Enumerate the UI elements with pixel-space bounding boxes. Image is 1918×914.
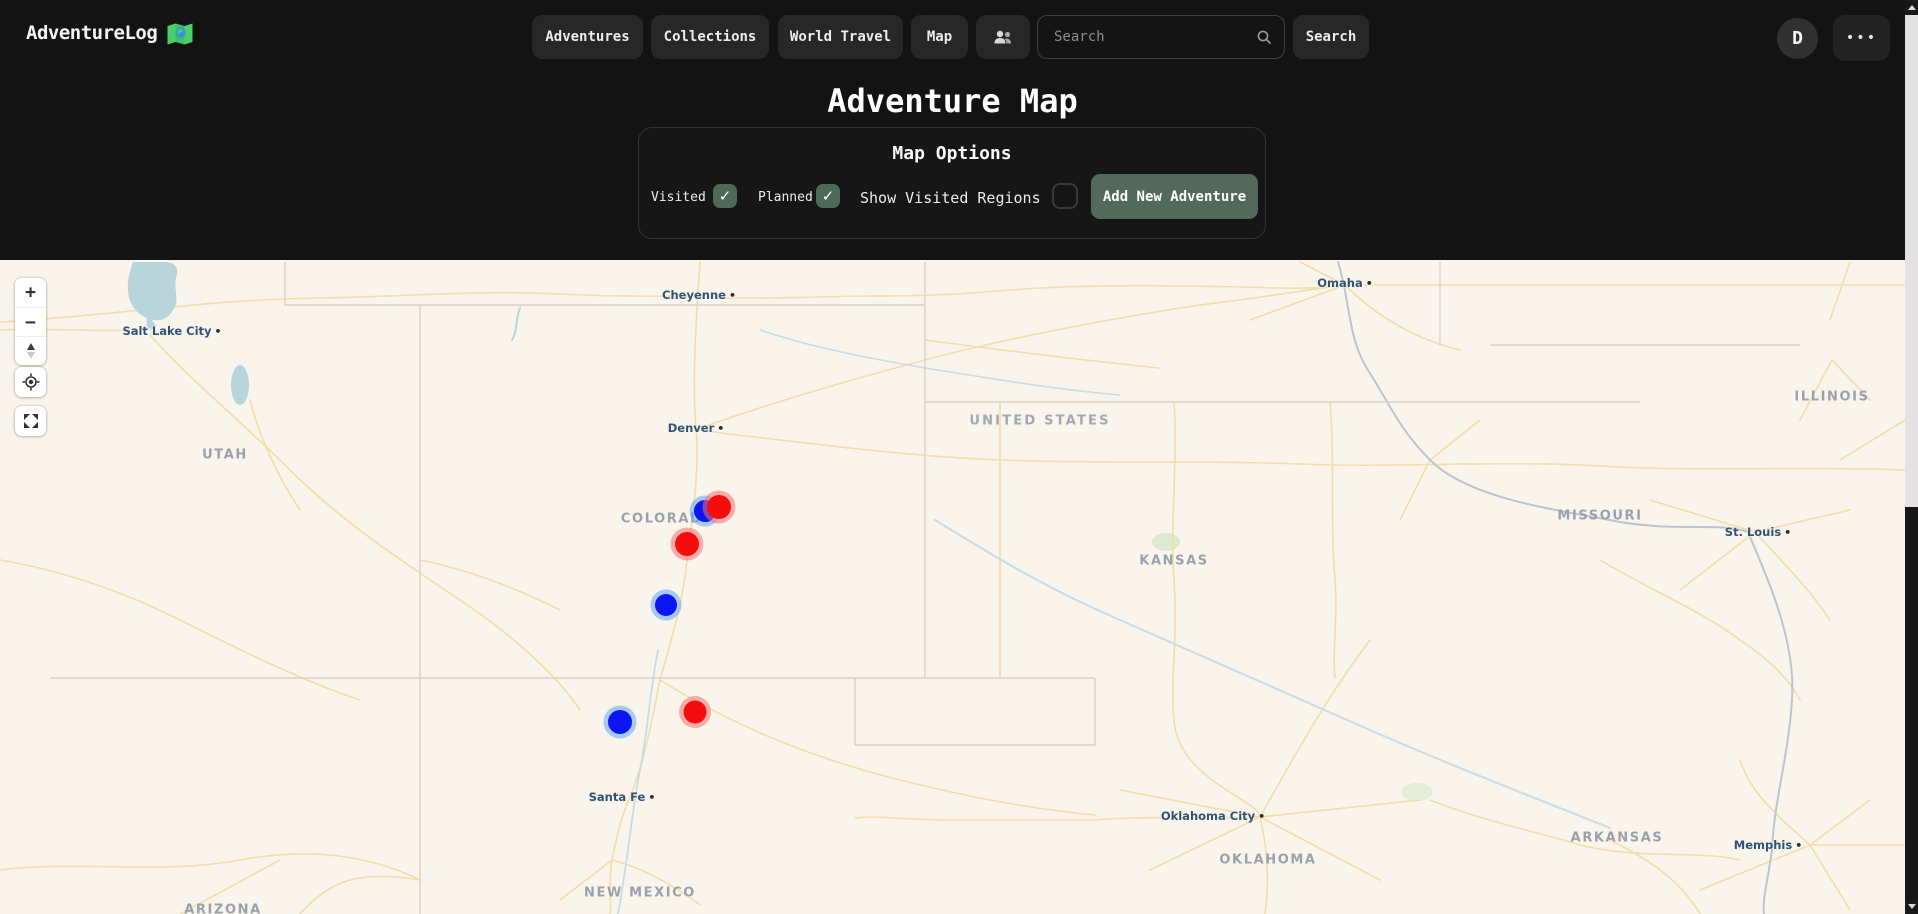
city-label: Omaha• — [1317, 276, 1373, 290]
city-dot: • — [648, 791, 655, 804]
page-title: Adventure Map — [0, 82, 1905, 120]
zoom-in-button[interactable]: + — [15, 278, 46, 307]
geolocate-button[interactable] — [15, 367, 46, 397]
search-icon — [1256, 29, 1272, 45]
region-label: ARIZONA — [184, 903, 262, 914]
checkbox-0[interactable]: ✓ — [713, 184, 737, 208]
users-icon — [992, 28, 1014, 46]
checkbox-label-2[interactable]: Show Visited Regions — [860, 184, 1041, 212]
checkbox-1[interactable]: ✓ — [816, 184, 840, 208]
adventure-marker-red[interactable] — [684, 701, 707, 724]
nav-map-button[interactable]: Map — [911, 15, 968, 59]
avatar[interactable]: D — [1777, 18, 1818, 59]
nav-world-travel-button[interactable]: World Travel — [778, 15, 903, 59]
brand[interactable]: AdventureLog — [26, 21, 193, 45]
search-bar — [1037, 15, 1285, 59]
city-dot: • — [729, 289, 736, 302]
checkbox-label-0[interactable]: Visited — [651, 184, 706, 212]
checkbox-2[interactable] — [1052, 183, 1078, 209]
page-scrollbar — [1905, 0, 1918, 914]
city-label: Santa Fe• — [589, 790, 656, 804]
brand-name: AdventureLog — [26, 22, 157, 44]
ellipsis-icon: ••• — [1846, 30, 1877, 46]
scroll-up-icon — [1908, 5, 1916, 10]
adventure-marker-red[interactable] — [675, 532, 699, 556]
region-label: KANSAS — [1139, 554, 1208, 569]
region-label: MISSOURI — [1557, 509, 1642, 524]
more-menu-button[interactable]: ••• — [1833, 15, 1890, 61]
adventure-marker-blue[interactable] — [655, 594, 677, 616]
region-label: ILLINOIS — [1794, 390, 1869, 405]
search-input[interactable] — [1038, 29, 1256, 45]
zoom-out-icon: − — [25, 312, 36, 333]
scroll-down-icon — [1908, 904, 1916, 909]
map-options-card: Map Options Visited✓Planned✓Show Visited… — [638, 127, 1266, 239]
map-options-title: Map Options — [639, 143, 1265, 164]
region-label: ARKANSAS — [1571, 831, 1664, 846]
city-dot: • — [1795, 839, 1802, 852]
city-label: Memphis• — [1734, 838, 1802, 852]
add-new-adventure-button[interactable]: Add New Adventure — [1091, 174, 1258, 219]
nav-adventures-button[interactable]: Adventures — [532, 15, 643, 59]
map-canvas[interactable]: Salt Lake City• Cheyenne• Denver• Omaha• St.… — [0, 260, 1905, 914]
search-button[interactable]: Search — [1293, 15, 1369, 59]
nav-collections-button[interactable]: Collections — [651, 15, 769, 59]
city-label: Salt Lake City• — [122, 324, 221, 338]
city-label: Cheyenne• — [662, 288, 736, 302]
city-dot: • — [717, 422, 724, 435]
fullscreen-icon — [22, 412, 40, 430]
scrollbar-thumb[interactable] — [1905, 15, 1918, 507]
compass-button[interactable] — [15, 336, 46, 365]
compass-icon — [23, 342, 39, 360]
region-label: UTAH — [202, 448, 248, 463]
zoom-out-button[interactable]: − — [15, 307, 46, 336]
checkbox-label-1[interactable]: Planned — [758, 184, 813, 212]
region-label: NEW MEXICO — [584, 886, 696, 901]
zoom-in-icon: + — [25, 282, 36, 303]
city-label: Oklahoma City• — [1161, 809, 1265, 823]
region-label: UNITED STATES — [969, 414, 1110, 429]
region-label: OKLAHOMA — [1219, 853, 1316, 868]
map-zoom-controls: + − — [15, 278, 46, 365]
city-dot: • — [215, 325, 222, 338]
city-label: Denver• — [668, 421, 725, 435]
scrollbar-up-button[interactable] — [1905, 0, 1918, 15]
folded-map-icon — [167, 21, 193, 45]
fullscreen-button[interactable] — [15, 406, 46, 436]
city-dot: • — [1258, 810, 1265, 823]
geolocate-icon — [22, 373, 40, 391]
users-button[interactable] — [976, 15, 1030, 59]
adventure-marker-blue[interactable] — [608, 710, 632, 734]
scrollbar-down-button[interactable] — [1905, 899, 1918, 914]
adventure-marker-red[interactable] — [707, 495, 731, 519]
navbar: AdventureLog Adventures Collections Worl… — [0, 0, 1905, 78]
city-label: St. Louis• — [1725, 525, 1791, 539]
city-dot: • — [1366, 277, 1373, 290]
city-dot: • — [1784, 526, 1791, 539]
map-base-layer — [0, 260, 1905, 914]
